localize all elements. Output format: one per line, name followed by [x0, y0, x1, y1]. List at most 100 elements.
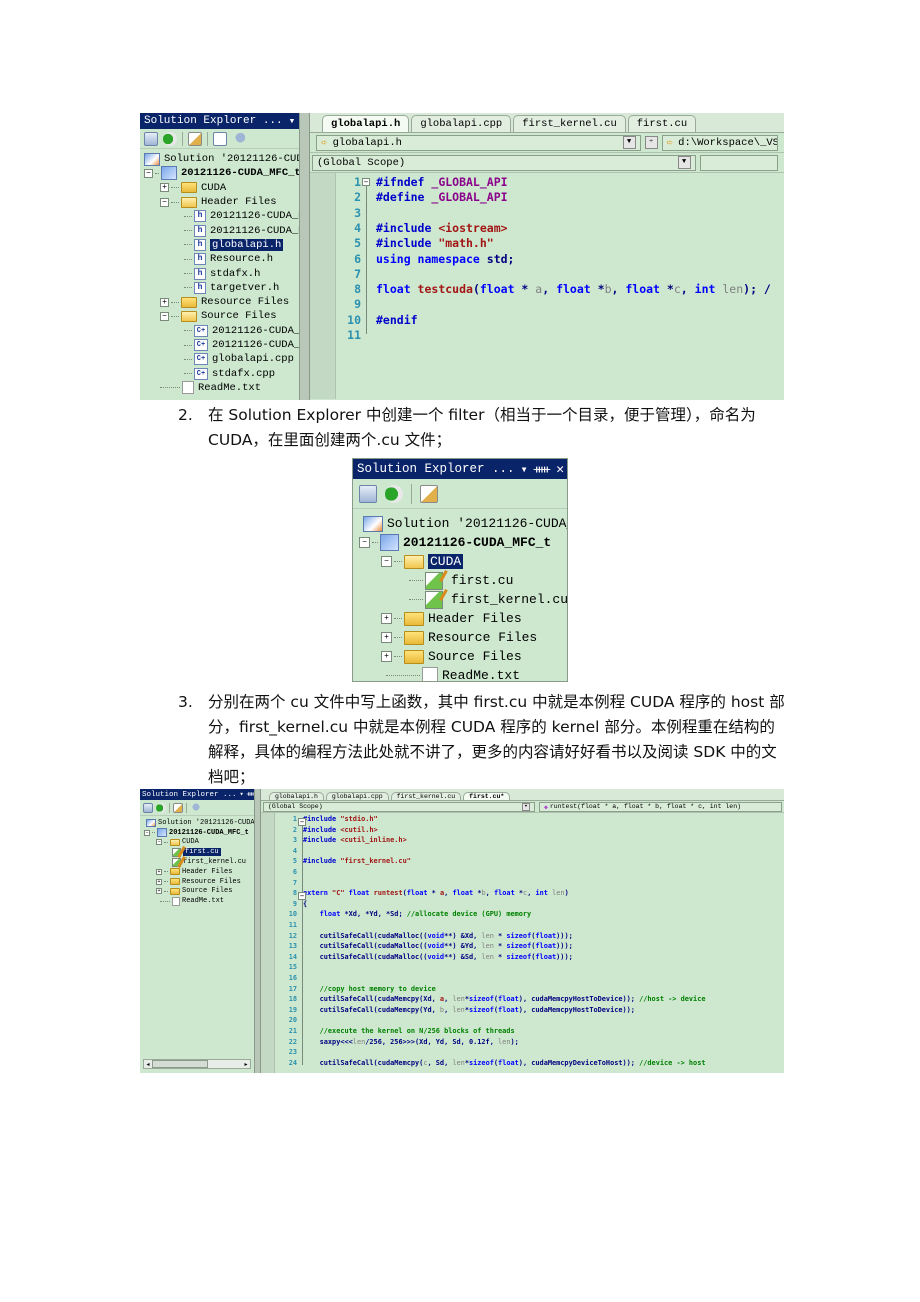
show-all-files-icon[interactable]: [188, 131, 202, 146]
file-combo[interactable]: ➪ globalapi.h ▼: [316, 134, 641, 151]
tree-item-project[interactable]: − 20121126-CUDA_MFC_t: [140, 828, 254, 838]
tree-item-file-selected[interactable]: first.cu: [140, 847, 254, 857]
expand-toggle[interactable]: +: [160, 297, 169, 307]
collapse-toggle[interactable]: −: [359, 537, 370, 548]
tree-item-file-selected[interactable]: h globalapi.h: [140, 238, 299, 252]
properties-icon[interactable]: [144, 131, 158, 146]
outline-collapse-icon[interactable]: −: [362, 178, 370, 186]
path-combo[interactable]: ➪ d:\Workspace\_VS2(: [661, 134, 778, 151]
member-combo[interactable]: ◆ runtest(float * a, float * b, float * …: [538, 801, 782, 812]
close-icon[interactable]: ✕: [556, 462, 564, 477]
code-area[interactable]: 1 #include "stdio.h" 2 #include <cutil.h> 3 #…: [261, 813, 784, 1073]
horizontal-scrollbar[interactable]: ◂ ▸: [143, 1059, 251, 1069]
expand-toggle[interactable]: +: [156, 888, 162, 895]
tab-globalapi-cpp[interactable]: globalapi.cpp: [411, 115, 512, 132]
scope-combo[interactable]: (Global Scope) ▼: [263, 801, 535, 812]
tab-globalapi-h[interactable]: globalapi.h: [322, 115, 410, 132]
tree-item-folder[interactable]: + Resource Files: [140, 877, 254, 887]
outline-collapse-icon[interactable]: −: [298, 892, 306, 901]
tree-item-folder[interactable]: + CUDA: [140, 181, 299, 195]
tree-item-file[interactable]: C+ 20121126-CUDA_MF(: [140, 338, 299, 352]
tree-item-file[interactable]: ReadMe.txt: [140, 896, 254, 906]
scrollbar-thumb[interactable]: [152, 1060, 208, 1068]
code-area[interactable]: 1 #ifndef _GLOBAL_API 2 #define _GLOBAL_API…: [310, 173, 784, 399]
collapse-toggle[interactable]: −: [144, 168, 153, 178]
dropdown-icon[interactable]: ▾: [240, 790, 244, 799]
tree-item-file[interactable]: C+ globalapi.cpp: [140, 352, 299, 366]
tree-item-solution[interactable]: Solution '20121126-CUDA_MF: [353, 514, 567, 533]
tree-item-folder[interactable]: + Header Files: [353, 609, 567, 628]
tree-item-folder[interactable]: − Header Files: [140, 195, 299, 209]
scope-combo[interactable]: (Global Scope) ▼: [312, 154, 696, 171]
properties-icon[interactable]: [143, 802, 153, 813]
chevron-down-icon[interactable]: ▼: [622, 136, 636, 149]
step-text: 分别在两个 cu 文件中写上函数，其中 first.cu 中就是本例程 CUDA…: [208, 693, 785, 786]
collapse-toggle[interactable]: −: [381, 556, 392, 567]
collapse-toggle[interactable]: −: [144, 829, 150, 836]
tree-item-project[interactable]: − 20121126-CUDA_MFC_t: [353, 533, 567, 552]
dropdown-icon[interactable]: ▾: [289, 114, 296, 128]
expand-toggle[interactable]: +: [381, 632, 392, 643]
collapse-toggle[interactable]: −: [156, 839, 162, 846]
collapse-toggle[interactable]: −: [160, 311, 169, 321]
show-all-files-icon[interactable]: [420, 484, 438, 503]
tree-item-file[interactable]: ReadMe.txt: [353, 666, 567, 681]
cpp-file-icon: C+: [194, 367, 208, 380]
tree-item-file[interactable]: h targetver.h: [140, 281, 299, 295]
split-icon[interactable]: ÷: [644, 136, 658, 149]
dropdown-icon[interactable]: ▾: [521, 462, 528, 477]
tab-first-kernel-cu[interactable]: first_kernel.cu: [513, 115, 626, 132]
pin-icon[interactable]: ᚔ: [534, 462, 550, 477]
refresh-icon[interactable]: [156, 802, 166, 813]
tree-item-file[interactable]: h 20121126-CUDA_MF(: [140, 209, 299, 223]
tab-globalapi-h[interactable]: globalapi.h: [269, 792, 324, 800]
scroll-left-icon[interactable]: ◂: [144, 1061, 152, 1068]
outline-collapse-icon[interactable]: −: [298, 818, 306, 826]
scroll-right-icon[interactable]: ▸: [242, 1061, 250, 1068]
tree-item-file[interactable]: first.cu: [353, 571, 567, 590]
tree-item-folder[interactable]: + Source Files: [353, 647, 567, 666]
refresh-icon[interactable]: [385, 484, 403, 503]
code-token: //device -> host: [639, 1058, 706, 1067]
tab-first-cu[interactable]: first.cu: [627, 115, 697, 132]
expand-toggle[interactable]: +: [160, 183, 169, 193]
properties-icon[interactable]: [359, 484, 377, 503]
member-combo[interactable]: [699, 154, 778, 171]
tree-item-folder-selected[interactable]: − CUDA: [353, 552, 567, 571]
class-view-icon[interactable]: [190, 802, 200, 813]
refresh-icon[interactable]: [163, 131, 177, 146]
expand-toggle[interactable]: +: [156, 878, 162, 885]
tree-item-folder[interactable]: + Resource Files: [353, 628, 567, 647]
expand-toggle[interactable]: +: [381, 613, 392, 624]
tree-item-file[interactable]: C+ 20121126-CUDA_MF(: [140, 324, 299, 338]
tree-item-file[interactable]: first_kernel.cu: [140, 857, 254, 867]
splitter[interactable]: [300, 113, 310, 400]
tree-item-project[interactable]: − 20121126-CUDA_MFC_t: [140, 166, 299, 181]
tab-first-cu[interactable]: first.cu*: [463, 792, 511, 800]
tree-item-folder[interactable]: − Source Files: [140, 309, 299, 323]
tree-item-file[interactable]: first_kernel.cu: [353, 590, 567, 609]
tree-item-file[interactable]: h 20121126-CUDA_MF(: [140, 223, 299, 237]
collapse-toggle[interactable]: −: [160, 197, 169, 207]
tree-item-solution[interactable]: Solution '20121126-CUDA_MF: [140, 818, 254, 828]
class-view-icon[interactable]: [232, 131, 246, 146]
tab-globalapi-cpp[interactable]: globalapi.cpp: [325, 792, 389, 800]
tree-item-file[interactable]: C+ stdafx.cpp: [140, 366, 299, 380]
tree-item-folder[interactable]: + Resource Files: [140, 295, 299, 309]
chevron-down-icon[interactable]: ▼: [677, 156, 691, 169]
tree-item-file[interactable]: h stdafx.h: [140, 266, 299, 280]
pin-icon[interactable]: ᚔ: [247, 790, 254, 799]
tree-item-file[interactable]: ReadMe.txt: [140, 381, 299, 395]
tree-item-solution[interactable]: Solution '20121126-CUDA_MF: [140, 152, 299, 166]
tree-item-folder[interactable]: − CUDA: [140, 838, 254, 848]
chevron-down-icon[interactable]: ▼: [521, 802, 530, 811]
scope-navigation-bar: (Global Scope) ▼ ◆ runtest(float * a, fl…: [261, 801, 784, 813]
expand-toggle[interactable]: +: [156, 868, 162, 875]
tab-first-kernel-cu[interactable]: first_kernel.cu: [390, 792, 462, 800]
tree-item-folder[interactable]: + Header Files: [140, 867, 254, 877]
expand-toggle[interactable]: +: [381, 651, 392, 662]
view-code-icon[interactable]: [213, 131, 227, 146]
tree-item-folder[interactable]: + Source Files: [140, 887, 254, 897]
tree-item-file[interactable]: h Resource.h: [140, 252, 299, 266]
show-all-files-icon[interactable]: [173, 802, 183, 813]
